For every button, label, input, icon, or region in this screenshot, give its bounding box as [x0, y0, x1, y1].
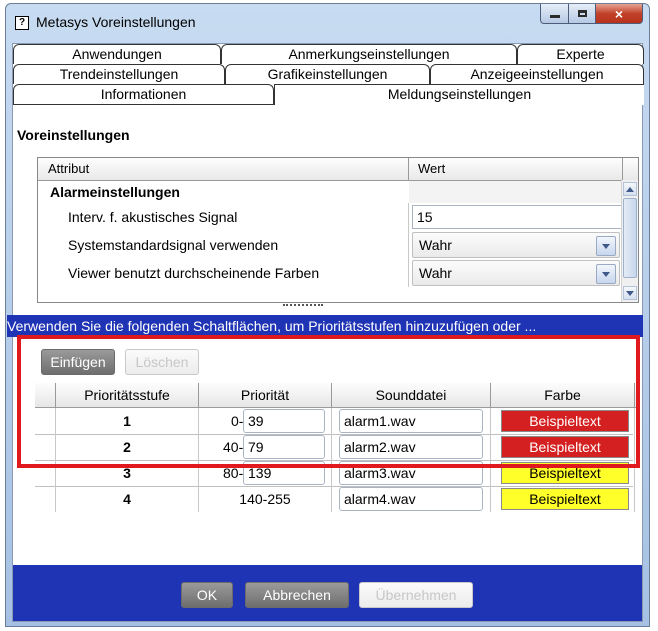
app-icon[interactable]: ? — [15, 16, 29, 30]
priority-range-prefix: 0- — [231, 413, 244, 429]
tab-anzeigeeinstellungen[interactable]: Anzeigeeinstellungen — [430, 64, 644, 84]
tab-grafikeinstellungen[interactable]: Grafikeinstellungen — [225, 64, 430, 84]
minimize-icon — [549, 15, 560, 18]
priority-upper-input[interactable]: 79 — [243, 435, 325, 459]
priority-upper-input[interactable]: 39 — [243, 409, 325, 433]
column-header-sounddatei[interactable]: Sounddatei — [332, 383, 490, 407]
insert-button[interactable]: Einfügen — [41, 349, 115, 375]
tab-row-1: Anwendungen Anmerkungseinstellungen Expe… — [13, 44, 644, 64]
tab-panel-meldungseinstellungen: Voreinstellungen Attribut Wert Alarmeins… — [7, 104, 643, 565]
delete-button[interactable]: Löschen — [125, 349, 199, 375]
table-row[interactable]: 3 80- 139 alarm3.wav Beispieltext — [35, 460, 635, 487]
attribute-row[interactable]: Interv. f. akustisches Signal 15 — [38, 203, 622, 231]
ok-button[interactable]: OK — [181, 582, 233, 608]
tab-anwendungen[interactable]: Anwendungen — [13, 44, 221, 64]
maximize-button[interactable] — [569, 4, 596, 24]
sound-file-input[interactable]: alarm2.wav — [339, 435, 483, 459]
tab-experte[interactable]: Experte — [517, 44, 644, 64]
scroll-up-icon[interactable] — [623, 182, 637, 196]
chevron-down-icon[interactable] — [596, 264, 616, 284]
column-header-prioritaetsstufe[interactable]: Prioritätsstufe — [56, 383, 198, 407]
tab-informationen[interactable]: Informationen — [13, 84, 274, 104]
tab-row-3: Informationen Meldungseinstellungen — [13, 84, 644, 105]
dialog-footer: OK Abbrechen Übernehmen — [13, 565, 642, 621]
attribute-scrollbar[interactable] — [621, 180, 638, 302]
chevron-down-icon[interactable] — [596, 236, 616, 256]
tab-anmerkungseinstellungen[interactable]: Anmerkungseinstellungen — [221, 44, 517, 64]
close-icon: × — [614, 5, 624, 22]
attribute-grid: Attribut Wert Alarmeinstellungen Interv.… — [37, 157, 639, 303]
sound-file-input[interactable]: alarm1.wav — [339, 409, 483, 433]
section-title: Voreinstellungen — [17, 127, 130, 143]
attribute-group-row[interactable]: Alarmeinstellungen — [38, 181, 622, 203]
priority-upper-input[interactable]: 139 — [243, 461, 325, 485]
window-title: Metasys Voreinstellungen — [36, 14, 196, 30]
color-swatch[interactable]: Beispieltext — [501, 488, 629, 510]
column-header-prioritaet[interactable]: Priorität — [199, 383, 331, 407]
attribute-label: Systemstandardsignal verwenden — [68, 237, 279, 253]
apply-button[interactable]: Übernehmen — [359, 582, 473, 608]
color-swatch[interactable]: Beispieltext — [501, 436, 629, 458]
tab-meldungseinstellungen[interactable]: Meldungseinstellungen — [274, 84, 644, 105]
priority-level: 3 — [123, 465, 131, 481]
color-swatch[interactable]: Beispieltext — [501, 410, 629, 432]
sound-file-input[interactable]: alarm3.wav — [339, 461, 483, 485]
window-controls: × — [540, 4, 643, 24]
info-banner: Verwenden Sie die folgenden Schaltfläche… — [7, 315, 643, 337]
close-button[interactable]: × — [596, 4, 643, 24]
group-label: Alarmeinstellungen — [50, 184, 180, 200]
signal-interval-input[interactable]: 15 — [412, 205, 622, 229]
table-row[interactable]: 4 140-255 alarm4.wav Beispieltext — [35, 486, 635, 512]
priority-table: Prioritätsstufe Priorität Sounddatei Far… — [35, 383, 639, 512]
dialog-body: Anwendungen Anmerkungseinstellungen Expe… — [7, 43, 644, 622]
select-value: Wahr — [419, 265, 452, 281]
table-row[interactable]: 1 0- 39 alarm1.wav Beispieltext — [35, 408, 635, 435]
attribute-row[interactable]: Systemstandardsignal verwenden Wahr — [38, 231, 622, 259]
column-header-farbe[interactable]: Farbe — [491, 383, 634, 407]
priority-level: 2 — [123, 439, 131, 455]
table-row[interactable]: 2 40- 79 alarm2.wav Beispieltext — [35, 434, 635, 461]
system-signal-select[interactable]: Wahr — [412, 232, 620, 258]
attribute-label: Viewer benutzt durchscheinende Farben — [68, 265, 320, 281]
attribute-label: Interv. f. akustisches Signal — [68, 209, 238, 225]
priority-range-prefix: 80- — [223, 465, 244, 481]
sound-file-input[interactable]: alarm4.wav — [339, 487, 483, 511]
preferences-window: ? Metasys Voreinstellungen × Anwendungen… — [5, 3, 650, 627]
maximize-icon — [577, 10, 587, 17]
translucent-colors-select[interactable]: Wahr — [412, 260, 620, 286]
attribute-grid-header: Attribut Wert — [38, 158, 638, 181]
attribute-row[interactable]: Viewer benutzt durchscheinende Farben Wa… — [38, 259, 622, 287]
column-header-attribut[interactable]: Attribut — [48, 158, 89, 180]
priority-level: 4 — [123, 491, 131, 507]
tab-trendeinstellungen[interactable]: Trendeinstellungen — [13, 64, 225, 84]
scrollbar-thumb[interactable] — [623, 198, 637, 278]
tab-row-2: Trendeinstellungen Grafikeinstellungen A… — [13, 64, 644, 84]
color-swatch[interactable]: Beispieltext — [501, 462, 629, 484]
minimize-button[interactable] — [540, 4, 569, 24]
cancel-button[interactable]: Abbrechen — [245, 582, 349, 608]
title-bar[interactable]: ? Metasys Voreinstellungen × — [6, 4, 649, 42]
scroll-down-icon[interactable] — [623, 286, 637, 300]
splitter-handle[interactable] — [283, 304, 323, 310]
priority-range-prefix: 40- — [223, 439, 244, 455]
select-value: Wahr — [419, 237, 452, 253]
priority-table-header: Prioritätsstufe Priorität Sounddatei Far… — [35, 383, 639, 408]
priority-level: 1 — [123, 413, 131, 429]
priority-range: 140-255 — [239, 491, 291, 507]
column-header-wert[interactable]: Wert — [418, 158, 445, 180]
